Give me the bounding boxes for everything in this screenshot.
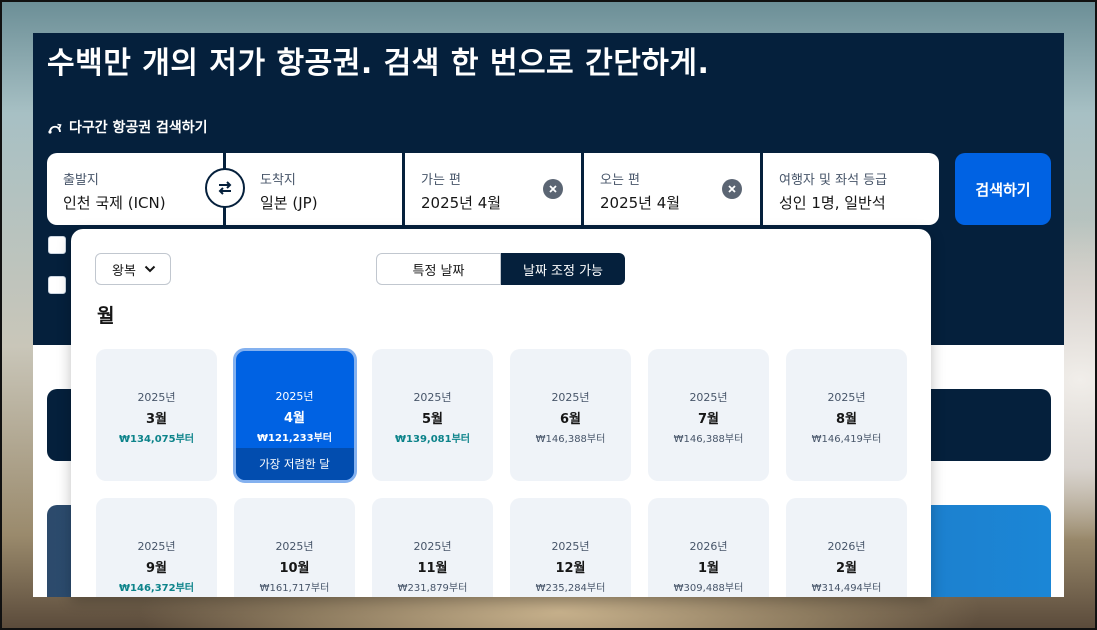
month-card-month: 5월 (421, 412, 443, 427)
month-card-year: 2026년 (689, 540, 728, 553)
month-card-price: ₩134,075부터 (119, 434, 194, 445)
route-icon (48, 123, 62, 134)
month-card-price: ₩231,879부터 (397, 583, 468, 594)
destination-label: 도착지 (260, 173, 296, 188)
month-card[interactable]: 2025년 4월 ₩121,233부터가장 저렴한 달 (232, 347, 357, 483)
page-headline: 수백만 개의 저가 항공권. 검색 한 번으로 간단하게. (47, 46, 710, 81)
trip-type-value: 왕복 (112, 263, 136, 279)
month-card-month: 4월 (283, 410, 305, 426)
return-field[interactable]: 오는 편 2025년 4월 (584, 153, 760, 225)
month-card[interactable]: 2025년 11월 ₩231,879부터 (372, 498, 493, 597)
month-card[interactable]: 2025년 12월 ₩235,284부터 (510, 498, 631, 597)
month-card-price: ₩235,284부터 (535, 583, 606, 594)
section-title: 월 (97, 305, 115, 327)
month-card[interactable]: 2026년 1월 ₩309,488부터 (648, 498, 769, 597)
month-card-month: 3월 (145, 412, 167, 427)
month-card-month: 7월 (697, 412, 719, 427)
month-card[interactable]: 2025년 8월 ₩146,419부터 (786, 349, 907, 481)
multi-city-link[interactable]: 다구간 항공권 검색하기 (47, 117, 208, 137)
month-card-price: ₩146,388부터 (673, 434, 744, 445)
destination-value: 일본 (JP) (260, 194, 318, 212)
close-icon (549, 185, 557, 193)
origin-field[interactable]: 출발지 인천 국제 (ICN) (47, 153, 223, 225)
cheapest-month-badge: 가장 저렴한 달 (235, 447, 354, 480)
month-card-price: ₩139,081부터 (395, 434, 470, 445)
month-card-year: 2025년 (689, 391, 728, 404)
tab-flexible-date[interactable]: 날짜 조정 가능 (501, 253, 625, 285)
month-card[interactable]: 2025년 10월 ₩161,717부터 (234, 498, 355, 597)
month-card-price: ₩146,419부터 (811, 434, 882, 445)
month-card-price: ₩146,388부터 (535, 434, 606, 445)
tab-specific-date[interactable]: 특정 날짜 (376, 253, 501, 285)
date-picker-popup: 왕복 특정 날짜 날짜 조정 가능 월 2025년 3월 ₩134,075부터 202… (71, 229, 931, 597)
origin-label: 출발지 (63, 173, 99, 188)
month-card-price: ₩314,494부터 (811, 583, 882, 594)
month-card[interactable]: 2026년 2월 ₩314,494부터 (786, 498, 907, 597)
month-card[interactable]: 2025년 3월 ₩134,075부터 (96, 349, 217, 481)
month-card-year: 2025년 (413, 391, 452, 404)
month-card-year: 2025년 (137, 391, 176, 404)
clear-return-button[interactable] (722, 179, 742, 199)
destination-field[interactable]: 도착지 일본 (JP) (226, 153, 402, 225)
month-card[interactable]: 2025년 7월 ₩146,388부터 (648, 349, 769, 481)
travelers-field[interactable]: 여행자 및 좌석 등급 성인 1명, 일반석 (763, 153, 939, 225)
travelers-value: 성인 1명, 일반석 (779, 194, 886, 212)
month-card-month: 9월 (145, 561, 167, 576)
month-card-price: ₩121,233부터 (257, 432, 332, 444)
trip-type-select[interactable]: 왕복 (95, 253, 171, 285)
month-card-month: 6월 (559, 412, 581, 427)
depart-field[interactable]: 가는 편 2025년 4월 (405, 153, 581, 225)
month-card-year: 2025년 (827, 391, 866, 404)
month-card-month: 8월 (835, 412, 857, 427)
month-card-month: 2월 (835, 561, 857, 576)
swap-arrows-icon (218, 181, 232, 195)
date-mode-toggle: 특정 날짜 날짜 조정 가능 (376, 253, 625, 285)
multi-city-label: 다구간 항공권 검색하기 (69, 120, 208, 136)
month-card-month: 11월 (417, 561, 448, 576)
close-icon (728, 185, 736, 193)
month-card-year: 2025년 (413, 540, 452, 553)
depart-value: 2025년 4월 (421, 194, 502, 212)
month-card-price: ₩161,717부터 (259, 583, 330, 594)
month-card-price: ₩146,372부터 (119, 583, 194, 594)
month-card-year: 2026년 (827, 540, 866, 553)
search-bar: 출발지 인천 국제 (ICN) 도착지 일본 (JP) 가는 편 2025년 4… (47, 153, 939, 225)
month-card-year: 2025년 (137, 540, 176, 553)
month-card-year: 2025년 (551, 391, 590, 404)
clear-depart-button[interactable] (543, 179, 563, 199)
origin-value: 인천 국제 (ICN) (63, 194, 166, 212)
month-card-year: 2025년 (275, 389, 314, 403)
option-checkbox-2[interactable] (48, 276, 66, 294)
search-button[interactable]: 검색하기 (955, 153, 1051, 225)
month-card-price: ₩309,488부터 (673, 583, 744, 594)
return-value: 2025년 4월 (600, 194, 681, 212)
month-card[interactable]: 2025년 6월 ₩146,388부터 (510, 349, 631, 481)
month-card[interactable]: 2025년 5월 ₩139,081부터 (372, 349, 493, 481)
month-card-month: 12월 (555, 561, 586, 576)
month-card[interactable]: 2025년 9월 ₩146,372부터 (96, 498, 217, 597)
option-checkbox-1[interactable] (48, 236, 66, 254)
month-card-month: 10월 (279, 561, 310, 576)
month-card-year: 2025년 (275, 540, 314, 553)
travelers-label: 여행자 및 좌석 등급 (779, 173, 888, 188)
month-card-year: 2025년 (551, 540, 590, 553)
chevron-down-icon (144, 265, 156, 273)
month-card-month: 1월 (697, 561, 719, 576)
swap-button[interactable] (205, 168, 245, 208)
